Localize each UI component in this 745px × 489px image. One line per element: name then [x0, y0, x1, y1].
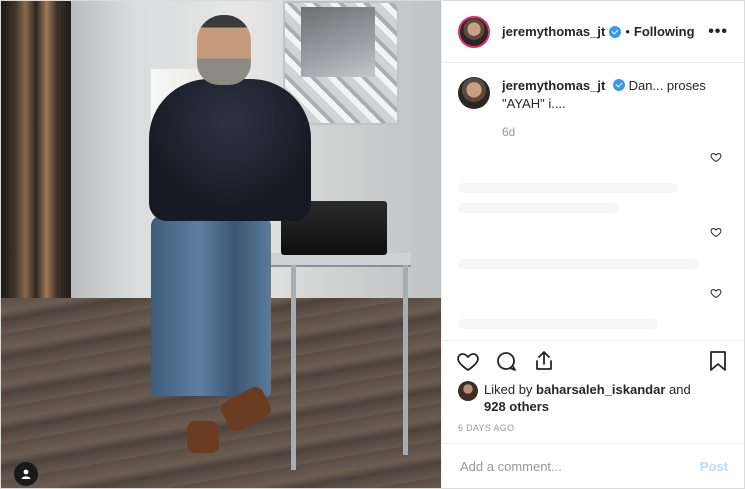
comment-like-heart-icon[interactable]: [710, 226, 722, 238]
following-button[interactable]: Following: [634, 24, 695, 39]
likes-prefix: Liked by: [484, 382, 533, 397]
comment-icon[interactable]: [494, 349, 518, 373]
comment-placeholder: [458, 203, 618, 213]
liker-username[interactable]: baharsaleh_iskandar: [536, 382, 665, 397]
add-comment-bar: Post: [442, 443, 744, 488]
comments-area[interactable]: jeremythomas_jt Dan... proses "AYAH" i..…: [442, 63, 744, 340]
likes-text: Liked by baharsaleh_iskandar and 928 oth…: [484, 381, 691, 415]
likes-joiner: and: [669, 382, 691, 397]
liker-avatar[interactable]: [458, 381, 478, 401]
post-side-panel: jeremythomas_jt • Following ••• jeremyth…: [441, 1, 744, 488]
comment-placeholder: [458, 183, 678, 193]
comment-like-heart-icon[interactable]: [710, 287, 722, 299]
photo-console-leg: [291, 265, 296, 470]
comment-like-heart-icon[interactable]: [710, 151, 722, 163]
author-avatar[interactable]: [458, 15, 490, 48]
caption: jeremythomas_jt Dan... proses "AYAH" i..…: [458, 77, 728, 113]
more-icon[interactable]: •••: [708, 23, 728, 41]
post-header: jeremythomas_jt • Following •••: [442, 1, 744, 63]
comment-input[interactable]: [458, 457, 700, 475]
author-username[interactable]: jeremythomas_jt: [502, 24, 605, 39]
instagram-post-modal: jeremythomas_jt • Following ••• jeremyth…: [0, 0, 745, 489]
comment-placeholder: [458, 259, 698, 269]
photo-man-shoe: [187, 421, 219, 453]
photo-man-head: [197, 15, 251, 85]
photo-mirror-glass: [301, 7, 375, 77]
post-actions: [442, 340, 744, 381]
caption-username[interactable]: jeremythomas_jt: [502, 78, 605, 93]
caption-text: jeremythomas_jt Dan... proses "AYAH" i..…: [502, 77, 712, 113]
verified-icon: [609, 25, 622, 38]
share-icon[interactable]: [532, 349, 556, 373]
caption-timestamp: 6d: [502, 125, 516, 139]
comment-placeholder: [458, 319, 658, 329]
heart-icon[interactable]: [456, 349, 480, 373]
post-photo[interactable]: [1, 1, 441, 488]
photo-console-leg: [403, 265, 408, 455]
photo-man-jeans: [151, 216, 271, 396]
likes-count[interactable]: 928 others: [484, 399, 549, 414]
verified-icon: [612, 79, 625, 91]
user-tag-icon[interactable]: [14, 462, 38, 486]
header-separator: •: [625, 24, 630, 39]
posted-date: 6 DAYS AGO: [458, 423, 515, 433]
caption-avatar[interactable]: [458, 77, 490, 109]
bookmark-icon[interactable]: [706, 349, 730, 373]
post-button[interactable]: Post: [700, 459, 728, 474]
likes-summary: Liked by baharsaleh_iskandar and 928 oth…: [442, 381, 744, 415]
photo-man-sweater: [149, 79, 311, 221]
